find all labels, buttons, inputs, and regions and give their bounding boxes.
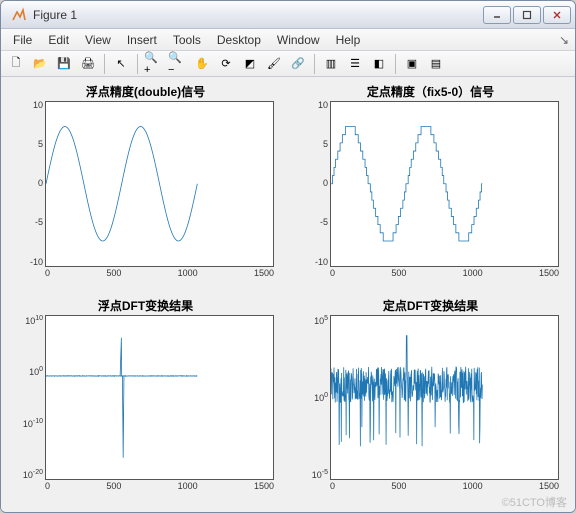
subplot-title: 浮点DFT变换结果 [9,297,282,314]
open-icon[interactable]: 📂 [29,53,51,75]
matlab-icon [11,7,27,23]
x-ticks: 0 500 1000 1500 [45,269,274,283]
rotate-icon[interactable]: ⟳ [215,53,237,75]
y-ticks: 1010 100 10-10 10-20 [9,315,43,481]
pointer-icon[interactable]: ↖ [110,53,132,75]
hide-plottools-icon[interactable]: ▣ [401,53,423,75]
menu-desktop[interactable]: Desktop [209,31,269,49]
x-ticks: 0 500 1000 1500 [330,269,559,283]
show-plottools-icon[interactable]: ▤ [425,53,447,75]
x-ticks: 0 500 1000 1500 [45,482,274,496]
toolbar: 🗋📂💾🖨 ↖ 🔍+🔍−✋⟳◩🖌🔗 ▥☰◧ ▣▤ [1,51,575,77]
figure-window: Figure 1 File Edit View Insert Tools Des… [0,0,576,513]
menu-file[interactable]: File [5,31,40,49]
title-text: Figure 1 [33,8,483,22]
plottools-icon[interactable]: ◧ [368,53,390,75]
legend-icon[interactable]: ☰ [344,53,366,75]
y-ticks: 105 100 10-5 [294,315,328,481]
zoom-in-icon[interactable]: 🔍+ [143,53,165,75]
datatip-icon[interactable]: ◩ [239,53,261,75]
menu-window[interactable]: Window [269,31,328,49]
print-icon[interactable]: 🖨 [77,53,99,75]
minimize-button[interactable] [483,6,511,24]
colorbar-icon[interactable]: ▥ [320,53,342,75]
window-buttons [483,6,571,24]
dock-icon[interactable]: ↘ [557,33,571,47]
close-button[interactable] [543,6,571,24]
subplot-1-double-signal: 浮点精度(double)信号 10 5 0 -5 -10 0 500 1000 … [9,87,282,287]
menu-tools[interactable]: Tools [165,31,209,49]
axes[interactable] [330,315,559,481]
menu-edit[interactable]: Edit [40,31,77,49]
watermark: ©51CTO博客 [502,494,567,510]
figure-area: 浮点精度(double)信号 10 5 0 -5 -10 0 500 1000 … [1,77,575,512]
axes[interactable] [45,315,274,481]
menu-help[interactable]: Help [328,31,369,49]
save-icon[interactable]: 💾 [53,53,75,75]
subplot-title: 定点DFT变换结果 [294,297,567,314]
menu-view[interactable]: View [77,31,119,49]
subplot-3-double-dft: 浮点DFT变换结果 1010 100 10-10 10-20 0 500 100… [9,301,282,501]
zoom-out-icon[interactable]: 🔍− [167,53,189,75]
subplot-4-fixed-dft: 定点DFT变换结果 105 100 10-5 0 500 1000 1500 [294,301,567,501]
subplot-title: 浮点精度(double)信号 [9,83,282,100]
subplot-title: 定点精度（fix5-0）信号 [294,83,567,100]
menu-bar: File Edit View Insert Tools Desktop Wind… [1,29,575,51]
brush-icon[interactable]: 🖌 [263,53,285,75]
y-ticks: 10 5 0 -5 -10 [9,101,43,267]
y-ticks: 10 5 0 -5 -10 [294,101,328,267]
menu-insert[interactable]: Insert [119,31,165,49]
subplot-2-fixed-signal: 定点精度（fix5-0）信号 10 5 0 -5 -10 0 500 1000 … [294,87,567,287]
subplot-grid: 浮点精度(double)信号 10 5 0 -5 -10 0 500 1000 … [9,87,567,500]
pan-icon[interactable]: ✋ [191,53,213,75]
axes[interactable] [330,101,559,267]
link-icon[interactable]: 🔗 [287,53,309,75]
axes[interactable] [45,101,274,267]
maximize-button[interactable] [513,6,541,24]
title-bar[interactable]: Figure 1 [1,1,575,29]
new-figure-icon[interactable]: 🗋 [5,53,27,75]
